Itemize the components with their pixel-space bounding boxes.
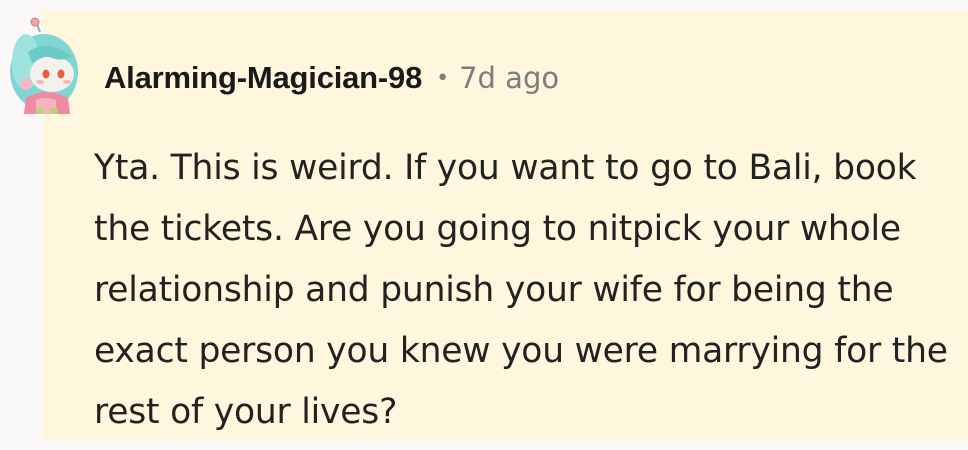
comment-header: Alarming-Magician-98 • 7d ago xyxy=(104,58,559,98)
comment-body: Yta. This is weird. If you want to go to… xyxy=(94,148,948,432)
page: Alarming-Magician-98 • 7d ago Yta. This … xyxy=(0,0,968,450)
comment-timestamp[interactable]: 7d ago xyxy=(459,61,559,95)
snoo-avatar-icon xyxy=(10,17,78,114)
username-link[interactable]: Alarming-Magician-98 xyxy=(104,60,422,96)
meta-separator: • xyxy=(436,65,450,91)
user-avatar[interactable] xyxy=(6,16,84,114)
